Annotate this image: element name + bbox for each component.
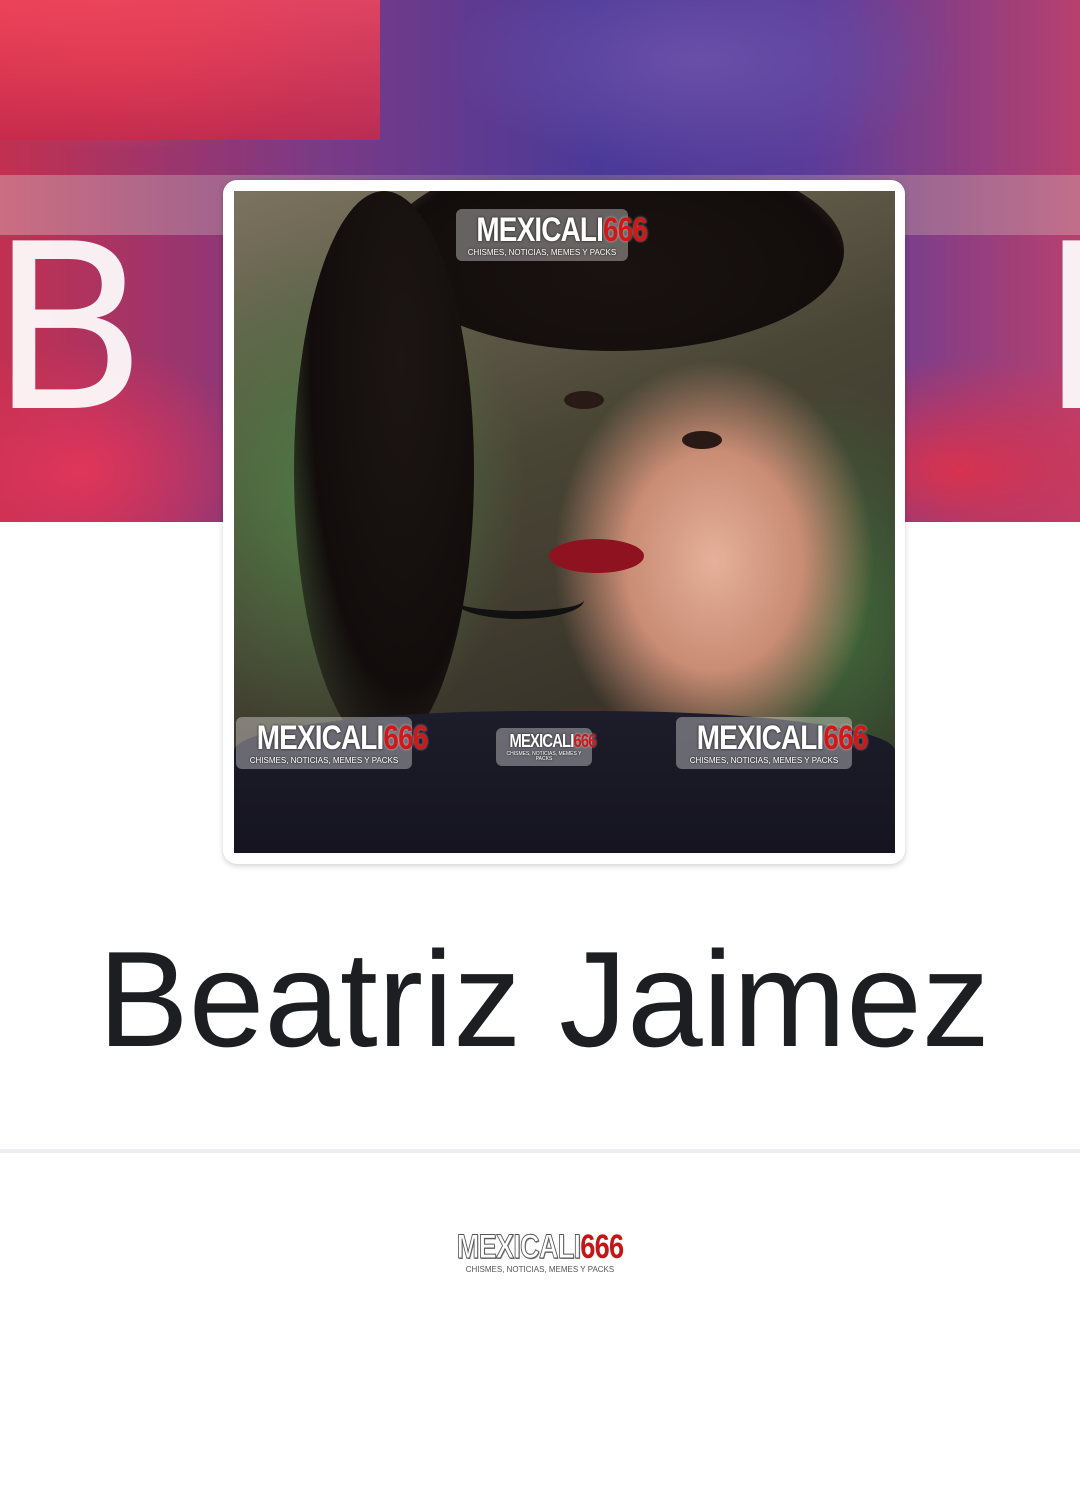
watermark: MEXICALI666 CHISMES, NOTICIAS, MEMES Y P…: [496, 728, 597, 766]
watermark-number: 666: [383, 719, 428, 757]
profile-picture[interactable]: MEXICALI666 CHISMES, NOTICIAS, MEMES Y P…: [223, 180, 905, 864]
watermark-tagline: CHISMES, NOTICIAS, MEMES Y PACKS: [249, 756, 399, 765]
photo-eye: [564, 391, 604, 409]
watermark-tagline: CHISMES, NOTICIAS, MEMES Y PACKS: [689, 756, 839, 765]
watermark-brand: MEXICALI: [509, 731, 575, 751]
footer-logo-number: 666: [580, 1228, 624, 1266]
watermark-number: 666: [573, 731, 597, 751]
watermark-number: 666: [603, 211, 648, 249]
cover-text: I: [1040, 196, 1080, 463]
photo-choker: [454, 581, 584, 619]
photo-hair: [294, 191, 474, 751]
divider: [0, 1149, 1080, 1153]
footer-logo-brand: MEXICALI: [456, 1228, 581, 1266]
watermark-tagline: CHISMES, NOTICIAS, MEMES Y PACKS: [506, 751, 582, 762]
watermark-brand: MEXICALI: [696, 719, 824, 757]
profile-photo-image: MEXICALI666 CHISMES, NOTICIAS, MEMES Y P…: [234, 191, 895, 853]
watermark: MEXICALI666 CHISMES, NOTICIAS, MEMES Y P…: [456, 209, 648, 261]
watermark-brand: MEXICALI: [476, 211, 604, 249]
watermark: MEXICALI666 CHISMES, NOTICIAS, MEMES Y P…: [236, 717, 428, 769]
cover-band: [0, 0, 380, 140]
watermark-brand: MEXICALI: [256, 719, 384, 757]
footer-logo: MEXICALI666 CHISMES, NOTICIAS, MEMES Y P…: [430, 1230, 650, 1274]
watermark-number: 666: [823, 719, 868, 757]
watermark: MEXICALI666 CHISMES, NOTICIAS, MEMES Y P…: [676, 717, 868, 769]
photo-eye: [682, 431, 722, 449]
footer-logo-tagline: CHISMES, NOTICIAS, MEMES Y PACKS: [465, 1265, 615, 1274]
watermark-tagline: CHISMES, NOTICIAS, MEMES Y PACKS: [467, 248, 617, 257]
profile-name: Beatriz Jaimez: [98, 923, 990, 1075]
photo-lips: [549, 539, 644, 573]
